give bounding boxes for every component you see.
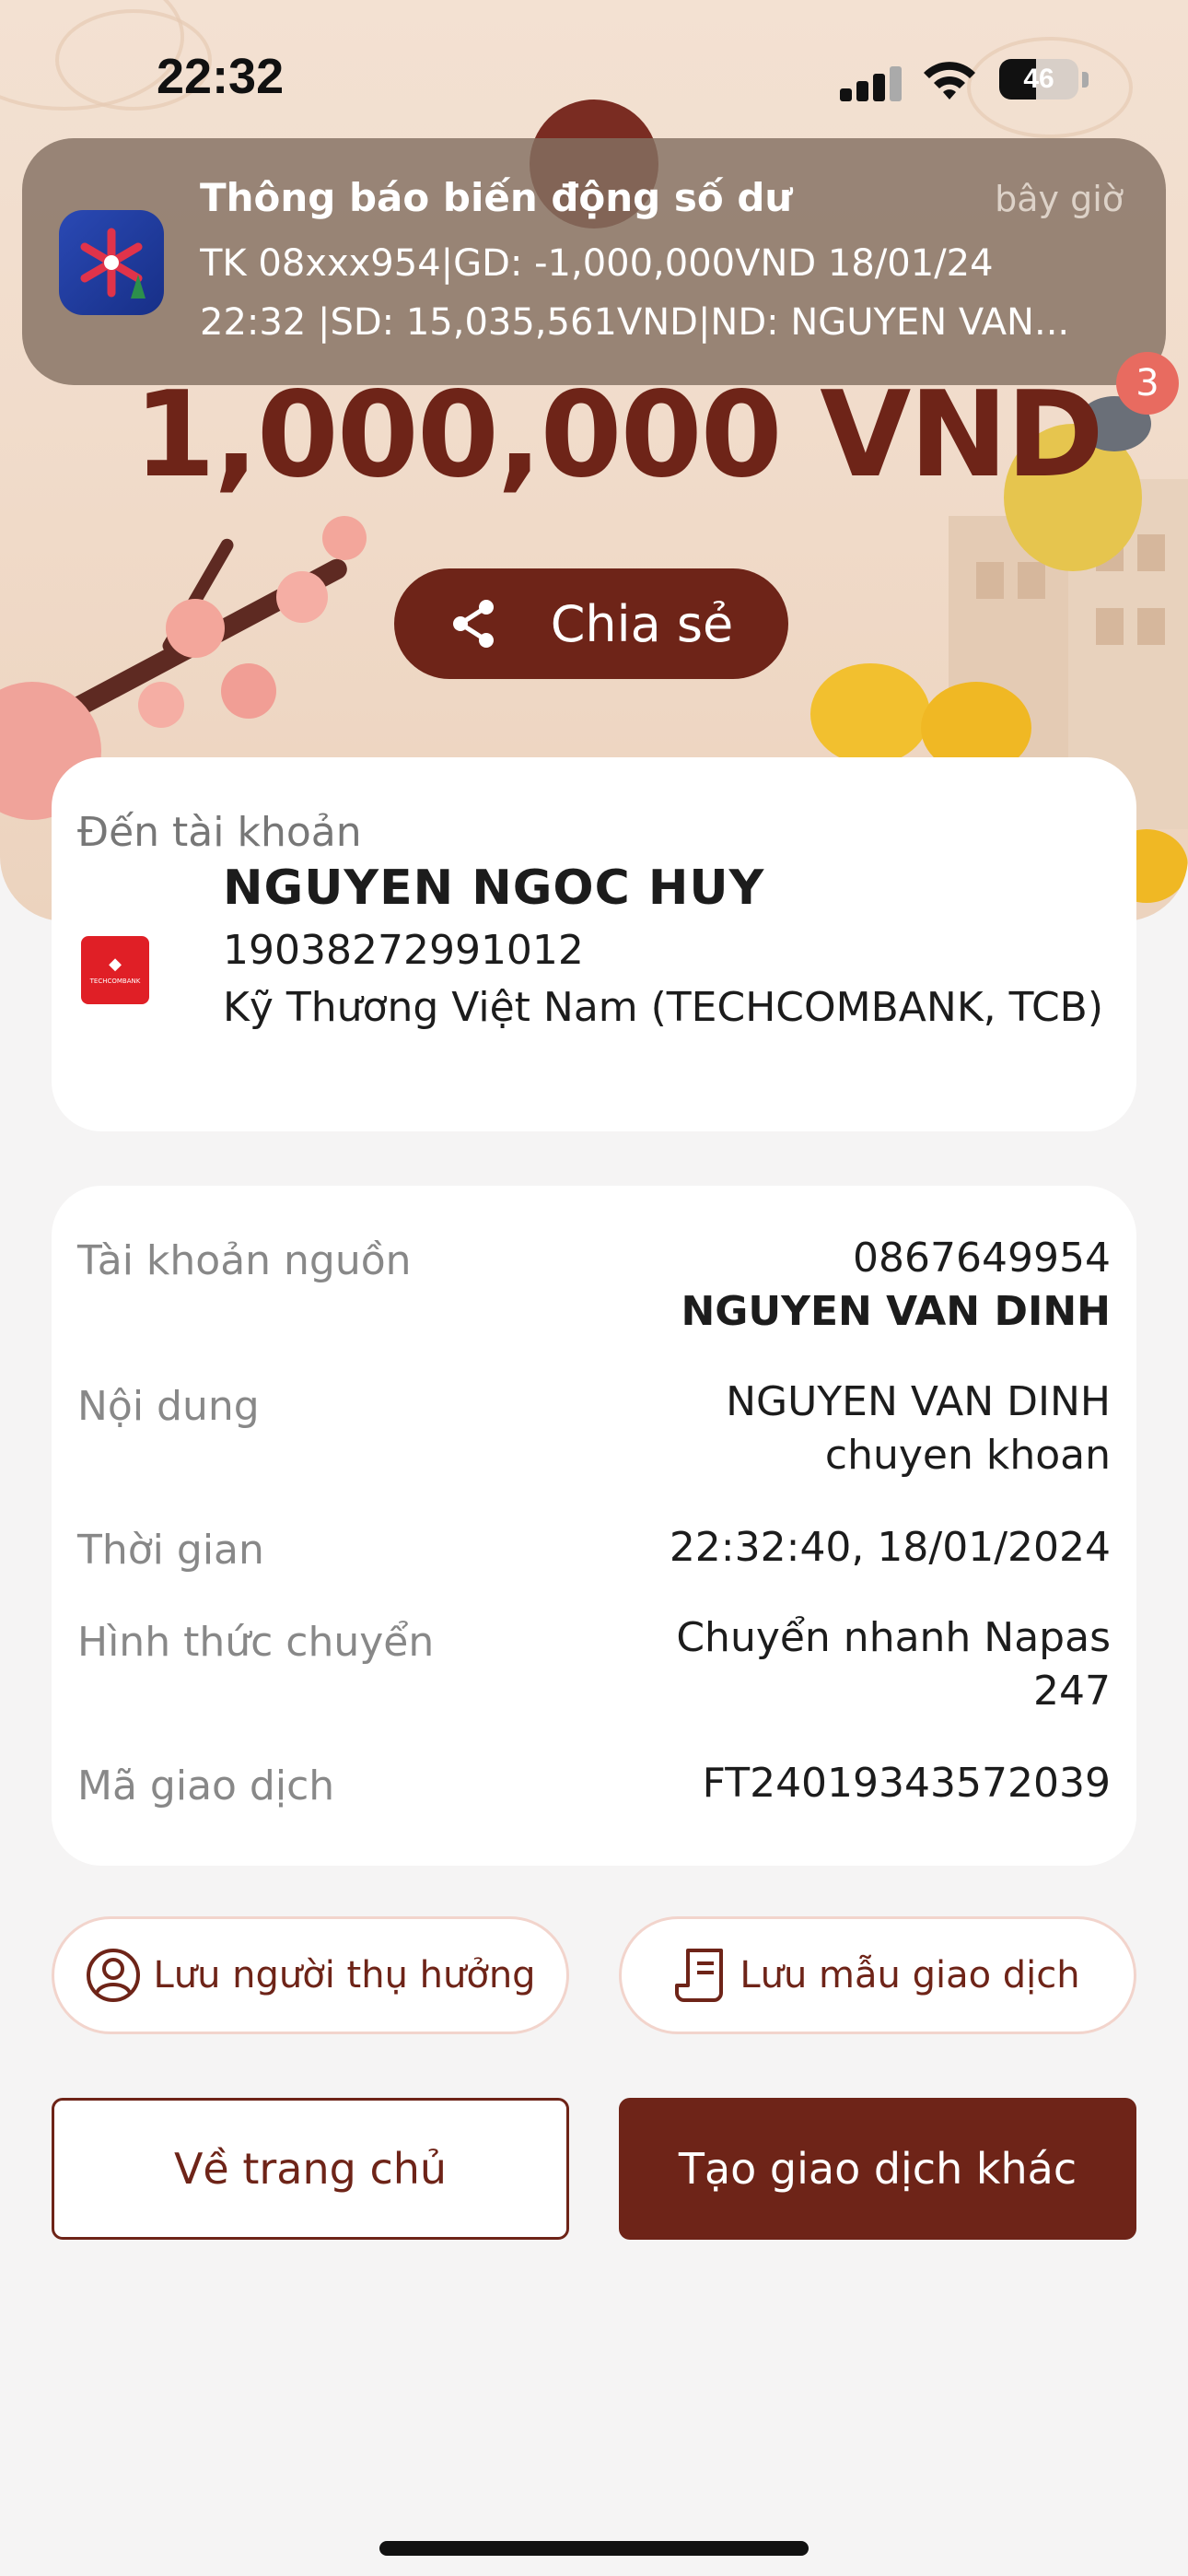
destination-label: Đến tài khoản (77, 809, 362, 856)
pink-blossom (276, 571, 328, 623)
save-template-button[interactable]: Lưu mẫu giao dịch (619, 1916, 1136, 2034)
wifi-icon (924, 62, 975, 100)
method-label: Hình thức chuyển (77, 1619, 435, 1666)
new-transaction-button[interactable]: Tạo giao dịch khác (619, 2098, 1136, 2240)
source-account-value: 0867649954 NGUYEN VAN DINH (681, 1232, 1111, 1339)
recipient-account-number: 19038272991012 (223, 927, 584, 974)
notification-time: bây giờ (995, 179, 1124, 219)
transaction-id-label: Mã giao dịch (77, 1762, 335, 1809)
source-account-label: Tài khoản nguồn (77, 1237, 412, 1284)
home-indicator[interactable] (379, 2541, 809, 2556)
recipient-name: NGUYEN NGOC HUY (223, 861, 765, 916)
content-value: NGUYEN VAN DINH chuyen khoan (726, 1376, 1111, 1482)
pink-blossom (322, 516, 367, 560)
recipient-bank-name: Kỹ Thương Việt Nam (TECHCOMBANK, TCB) (223, 984, 1104, 1031)
transaction-details-card: Tài khoản nguồn 0867649954 NGUYEN VAN DI… (52, 1186, 1136, 1866)
pink-blossom (138, 682, 184, 728)
share-icon (452, 600, 494, 648)
source-account-name: NGUYEN VAN DINH (681, 1288, 1111, 1335)
save-template-label: Lưu mẫu giao dịch (740, 1954, 1080, 1996)
bank-app-icon (59, 210, 164, 315)
status-time: 22:32 (157, 49, 285, 104)
method-value: Chuyển nhanh Napas 247 (676, 1611, 1111, 1718)
push-notification[interactable]: Thông báo biến động số dư bây giờ TK 08x… (22, 138, 1166, 385)
notification-line: 22:32 |SD: 15,035,561VND|ND: NGUYEN VAN.… (200, 301, 1070, 344)
save-beneficiary-label: Lưu người thụ hưởng (153, 1954, 536, 1996)
method-line: Chuyển nhanh Napas (676, 1614, 1111, 1661)
method-line: 247 (1033, 1668, 1111, 1715)
destination-account-card: Đến tài khoản ◆ TECHCOMBANK NGUYEN NGOC … (52, 757, 1136, 1131)
battery-level: 46 (1023, 64, 1054, 94)
notification-badge: 3 (1116, 352, 1179, 415)
share-button[interactable]: Chia sẻ (394, 568, 788, 679)
share-label: Chia sẻ (550, 594, 734, 653)
content-line: NGUYEN VAN DINH (726, 1378, 1111, 1425)
save-beneficiary-button[interactable]: Lưu người thụ hưởng (52, 1916, 569, 2034)
transaction-id-value: FT24019343572039 (702, 1760, 1111, 1807)
techcombank-logo-icon: ◆ TECHCOMBANK (81, 936, 149, 1004)
notification-line: TK 08xxx954|GD: -1,000,000VND 18/01/24 (200, 242, 994, 285)
home-button[interactable]: Về trang chủ (52, 2098, 569, 2240)
notification-body: TK 08xxx954|GD: -1,000,000VND 18/01/24 2… (200, 234, 1130, 352)
source-account-number: 0867649954 (853, 1235, 1111, 1282)
pink-blossom (221, 663, 276, 719)
receipt-icon (675, 1949, 724, 2002)
battery-icon: 46 (999, 59, 1078, 100)
content-line: chuyen khoan (824, 1432, 1111, 1479)
time-label: Thời gian (77, 1527, 264, 1574)
user-icon (87, 1949, 141, 2002)
time-value: 22:32:40, 18/01/2024 (669, 1524, 1111, 1571)
pink-blossom (166, 599, 225, 658)
yellow-blossom (810, 663, 930, 765)
transfer-amount: 1,000,000 VND (134, 367, 1104, 504)
content-label: Nội dung (77, 1383, 260, 1430)
notification-title: Thông báo biến động số dư (200, 175, 793, 220)
cellular-signal-icon (840, 64, 904, 101)
